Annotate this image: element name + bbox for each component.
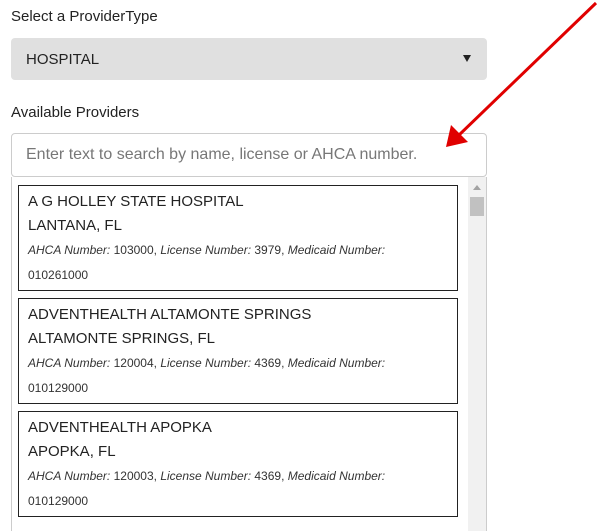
- provider-type-select[interactable]: HOSPITAL: [11, 38, 487, 80]
- scrollbar-thumb[interactable]: [470, 197, 484, 216]
- license-number: 4369: [254, 469, 282, 483]
- license-number-label: License Number:: [160, 469, 252, 483]
- provider-location: APOPKA, FL: [28, 443, 116, 460]
- provider-numbers: AHCA Number: 103000, License Number: 397…: [28, 243, 386, 282]
- provider-location: LANTANA, FL: [28, 217, 122, 234]
- medicaid-number: 010129000: [28, 494, 89, 508]
- provider-selector-page: Select a ProviderType HOSPITAL Available…: [0, 0, 607, 531]
- license-number: 3979: [254, 243, 282, 257]
- ahca-number: 120003: [113, 469, 154, 483]
- ahca-number-label: AHCA Number:: [28, 469, 111, 483]
- ahca-number-label: AHCA Number:: [28, 356, 111, 370]
- ahca-number-label: AHCA Number:: [28, 243, 111, 257]
- provider-list[interactable]: A G HOLLEY STATE HOSPITAL LANTANA, FL AH…: [11, 177, 487, 531]
- provider-list-item[interactable]: A G HOLLEY STATE HOSPITAL LANTANA, FL AH…: [18, 185, 458, 291]
- provider-type-label: Select a ProviderType: [11, 8, 158, 25]
- provider-search-input[interactable]: [11, 133, 487, 177]
- medicaid-number: 010129000: [28, 381, 89, 395]
- provider-type-selected-value: HOSPITAL: [26, 50, 100, 68]
- license-number: 4369: [254, 356, 282, 370]
- provider-name: A G HOLLEY STATE HOSPITAL: [28, 193, 244, 210]
- provider-name: ADVENTHEALTH APOPKA: [28, 419, 212, 436]
- license-number-label: License Number:: [160, 243, 252, 257]
- ahca-number: 103000: [113, 243, 154, 257]
- provider-numbers: AHCA Number: 120003, License Number: 436…: [28, 469, 386, 508]
- available-providers-label: Available Providers: [11, 104, 140, 121]
- medicaid-number-label: Medicaid Number:: [287, 469, 386, 483]
- list-scrollbar[interactable]: [468, 177, 486, 531]
- ahca-number: 120004: [113, 356, 154, 370]
- medicaid-number: 010261000: [28, 268, 89, 282]
- provider-list-item[interactable]: ADVENTHEALTH APOPKA APOPKA, FL AHCA Numb…: [18, 411, 458, 517]
- provider-name: ADVENTHEALTH ALTAMONTE SPRINGS: [28, 306, 312, 323]
- provider-location: ALTAMONTE SPRINGS, FL: [28, 330, 215, 347]
- medicaid-number-label: Medicaid Number:: [287, 243, 386, 257]
- scroll-up-icon[interactable]: [473, 185, 481, 190]
- provider-list-item[interactable]: ADVENTHEALTH ALTAMONTE SPRINGS ALTAMONTE…: [18, 298, 458, 404]
- license-number-label: License Number:: [160, 356, 252, 370]
- provider-numbers: AHCA Number: 120004, License Number: 436…: [28, 356, 386, 395]
- chevron-down-icon: [463, 55, 471, 62]
- medicaid-number-label: Medicaid Number:: [287, 356, 386, 370]
